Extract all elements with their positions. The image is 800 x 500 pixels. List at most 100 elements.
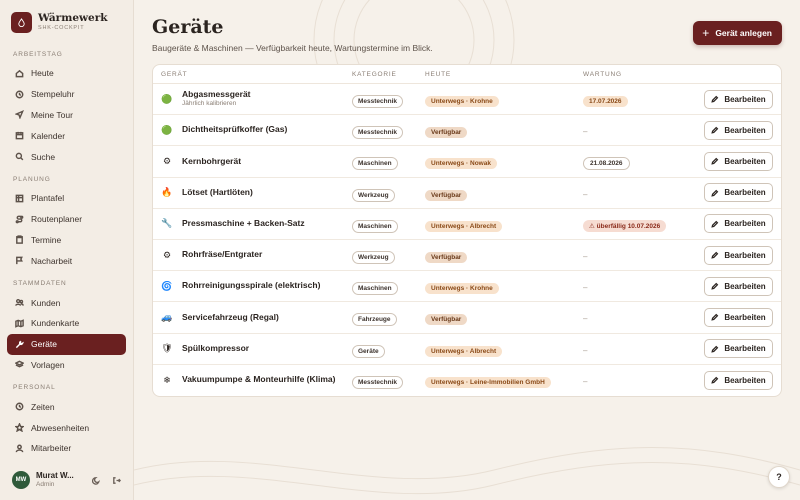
- user-name: Murat W...: [36, 471, 74, 481]
- sidebar-item-zeiten[interactable]: Zeiten: [7, 396, 126, 417]
- edit-button[interactable]: Bearbeiten: [704, 370, 773, 390]
- status-badge: Unterwegs · Krohne: [425, 96, 499, 108]
- sidebar-item-label: Heute: [31, 68, 54, 79]
- logout-icon[interactable]: [109, 473, 123, 487]
- edit-button-label: Bearbeiten: [724, 125, 766, 135]
- sidebar-item-label: Mitarbeiter: [31, 443, 72, 454]
- table-row[interactable]: 🔧 Pressmaschine + Backen-Satz Maschinen …: [153, 209, 781, 240]
- col-header-device[interactable]: GERÄT: [153, 71, 352, 78]
- device-name: Kernbohrgerät: [182, 155, 242, 166]
- status-badge: Verfügbar: [425, 189, 468, 201]
- sidebar-item-termine[interactable]: Termine: [7, 230, 126, 251]
- sidebar-item-vorlagen[interactable]: Vorlagen: [7, 355, 126, 376]
- edit-button[interactable]: Bearbeiten: [704, 151, 773, 171]
- user-role: Admin: [36, 480, 55, 488]
- edit-button[interactable]: Bearbeiten: [704, 120, 773, 140]
- table-row[interactable]: 🌀 Rohrreinigungsspirale (elektrisch) Mas…: [153, 271, 781, 303]
- device-name: Abgasmessgerät: [182, 89, 251, 100]
- brand-name: Wärmewerk: [38, 12, 108, 24]
- sidebar-item-nacharbeit[interactable]: Nacharbeit: [7, 250, 126, 271]
- sidebar-item-label: Abwesenheiten: [31, 422, 90, 433]
- devices-table: GERÄT KATEGORIE HEUTE WARTUNG 🟢 Abgasmes…: [152, 64, 782, 397]
- user-panel: MW Murat W... Admin: [0, 460, 133, 500]
- device-icon: 🔧: [161, 218, 173, 229]
- device-icon: 🛡: [161, 343, 173, 354]
- sidebar-item-label: Plantafel: [31, 193, 65, 204]
- sidebar-item-label: Vorlagen: [31, 359, 65, 370]
- avatar[interactable]: MW: [12, 471, 30, 489]
- col-header-category[interactable]: KATEGORIE: [352, 71, 425, 78]
- col-header-today[interactable]: HEUTE: [425, 71, 583, 78]
- device-name: Rohrfräse/Entgrater: [182, 249, 263, 260]
- device-icon: 🚙: [161, 311, 173, 322]
- sidebar-item-kundenkarte[interactable]: Kundenkarte: [7, 313, 126, 334]
- pencil-icon: [711, 189, 724, 197]
- edit-button[interactable]: Bearbeiten: [704, 245, 773, 265]
- edit-button[interactable]: Bearbeiten: [704, 214, 773, 234]
- category-badge: Werkzeug: [352, 188, 395, 202]
- sidebar-item-label: Termine: [31, 234, 62, 245]
- pencil-icon: [711, 376, 724, 384]
- main-content: Geräte Baugeräte & Maschinen — Verfügbar…: [134, 0, 800, 500]
- maintenance-overdue-badge: ⚠ überfällig 10.07.2026: [583, 219, 667, 232]
- sidebar-item-mitarbeiter[interactable]: Mitarbeiter: [7, 438, 126, 459]
- sidebar-item-label: Nacharbeit: [31, 255, 73, 266]
- edit-button[interactable]: Bearbeiten: [704, 339, 773, 359]
- search-icon: [13, 151, 25, 163]
- table-body: 🟢 Abgasmessgerät Jährlich kalibrieren Me…: [153, 84, 781, 396]
- edit-button[interactable]: Bearbeiten: [704, 183, 773, 203]
- pencil-icon: [711, 251, 724, 259]
- table-row[interactable]: ❄ Vakuumpumpe & Monteurhilfe (Klima) Mes…: [153, 365, 781, 396]
- sidebar-section-label: PLANUNG: [13, 175, 51, 183]
- calendar-icon: [13, 130, 25, 142]
- status-badge: Verfügbar: [425, 252, 468, 264]
- clock-icon: [13, 401, 25, 413]
- add-device-button[interactable]: + Gerät anlegen: [693, 21, 782, 45]
- edit-button[interactable]: Bearbeiten: [704, 89, 773, 109]
- clipboard-icon: [13, 234, 25, 246]
- table-row[interactable]: 🛡 Spülkompressor Geräte Unterwegs · Albr…: [153, 334, 781, 365]
- sidebar-item-geräte[interactable]: Geräte: [7, 333, 126, 355]
- edit-button[interactable]: Bearbeiten: [704, 307, 773, 327]
- page-title: Geräte: [152, 16, 224, 38]
- table-row[interactable]: ⚙ Rohrfräse/Entgrater Werkzeug Verfügbar…: [153, 240, 781, 272]
- device-name: Lötset (Hartlöten): [182, 186, 253, 197]
- sidebar-item-label: Stempeluhr: [31, 89, 75, 100]
- status-badge: Unterwegs · Leine-Immobilien GmbH: [425, 377, 551, 389]
- category-badge: Messtechnik: [352, 95, 404, 109]
- table-row[interactable]: 🔥 Lötset (Hartlöten) Werkzeug Verfügbar …: [153, 178, 781, 209]
- users-icon: [13, 297, 25, 309]
- sidebar-item-label: Routenplaner: [31, 214, 83, 225]
- sidebar-item-abwesenheiten[interactable]: Abwesenheiten: [7, 417, 126, 438]
- sidebar-item-kunden[interactable]: Kunden: [7, 292, 126, 313]
- sidebar-item-routenplaner[interactable]: Routenplaner: [7, 209, 126, 230]
- pencil-icon: [711, 313, 724, 322]
- brand[interactable]: Wärmewerk SHK-COCKPIT: [0, 0, 133, 42]
- device-icon: ⚙: [162, 155, 172, 166]
- device-name: Pressmaschine + Backen-Satz: [182, 217, 305, 228]
- sidebar-item-suche[interactable]: Suche: [7, 146, 126, 167]
- moon-icon[interactable]: [89, 473, 103, 487]
- col-header-maintenance[interactable]: WARTUNG: [583, 71, 700, 78]
- sidebar-item-kalender[interactable]: Kalender: [7, 125, 126, 146]
- sidebar: Wärmewerk SHK-COCKPIT ARBEITSTAG Heute Ste…: [0, 0, 134, 500]
- pencil-icon: [711, 282, 724, 290]
- sidebar-item-heute[interactable]: Heute: [7, 63, 126, 84]
- pencil-icon: [711, 157, 724, 166]
- table-row[interactable]: 🚙 Servicefahrzeug (Regal) Fahrzeuge Verf…: [153, 302, 781, 334]
- table-row[interactable]: 🟢 Dichtheitsprüfkoffer (Gas) Messtechnik…: [153, 115, 781, 147]
- pencil-icon: [711, 220, 724, 228]
- sidebar-item-plantafel[interactable]: Plantafel: [7, 188, 126, 209]
- edit-button-label: Bearbeiten: [724, 188, 766, 198]
- table-row[interactable]: 🟢 Abgasmessgerät Jährlich kalibrieren Me…: [153, 84, 781, 116]
- sidebar-item-stempeluhr[interactable]: Stempeluhr: [7, 84, 126, 105]
- status-badge: Verfügbar: [425, 127, 468, 139]
- sidebar-item-meine-tour[interactable]: Meine Tour: [7, 105, 126, 126]
- help-button[interactable]: ?: [768, 466, 790, 488]
- table-row[interactable]: ⚙ Kernbohrgerät Maschinen Unterwegs · No…: [153, 146, 781, 178]
- sidebar-item-label: Geräte: [31, 339, 57, 350]
- status-badge: Unterwegs · Albrecht: [425, 345, 503, 357]
- maintenance-empty: –: [583, 189, 588, 199]
- edit-button[interactable]: Bearbeiten: [704, 276, 773, 296]
- wrench-icon: [13, 338, 25, 350]
